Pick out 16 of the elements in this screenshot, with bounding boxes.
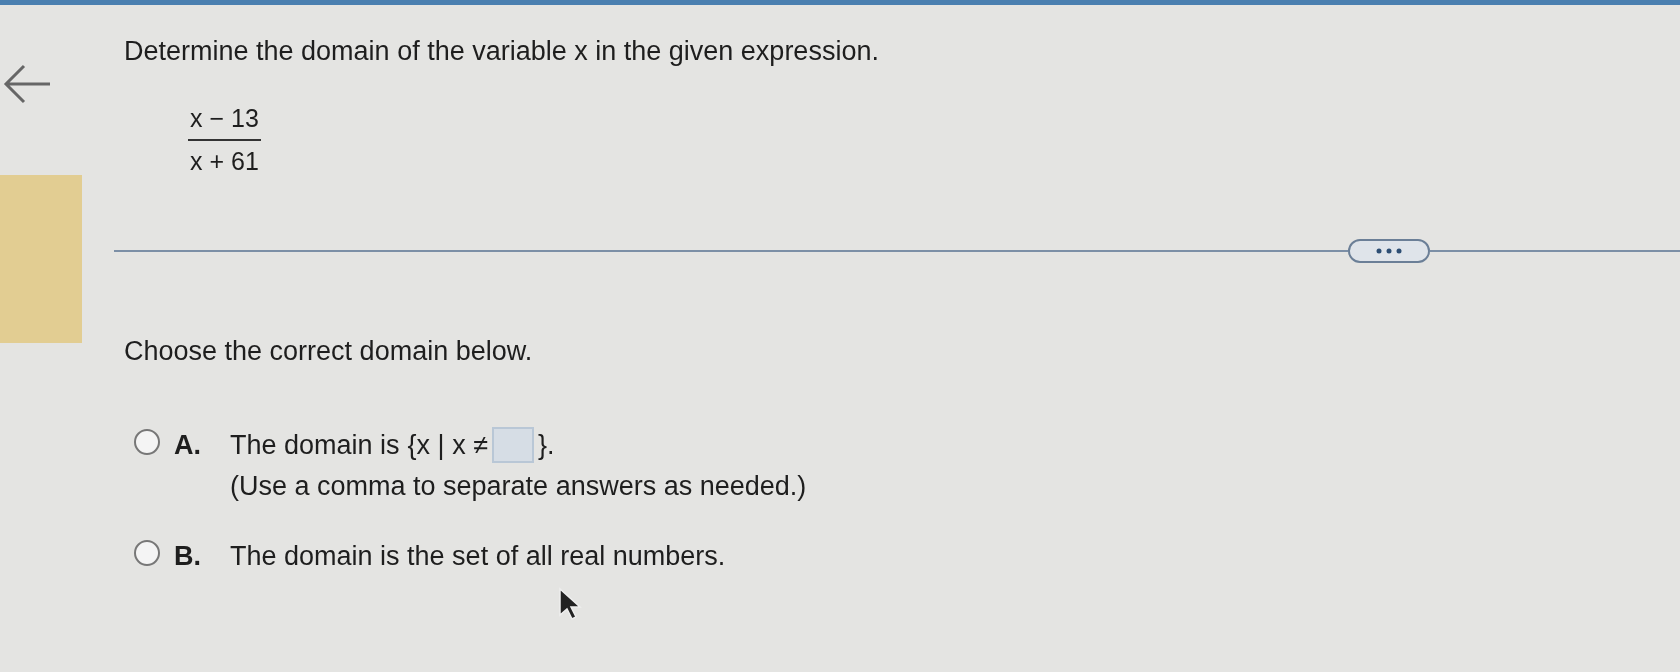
more-button[interactable] <box>1348 238 1430 263</box>
radio-button[interactable] <box>134 429 160 455</box>
denominator: x + 61 <box>190 146 259 177</box>
radio-button[interactable] <box>134 540 160 566</box>
set-open-text: {x | x ≠ <box>407 429 488 462</box>
hint-text: (Use a comma to separate answers as needed.) <box>230 469 807 503</box>
option-text: The domain is <box>230 429 400 462</box>
numerator: x − 13 <box>188 99 261 141</box>
option-letter: B. <box>174 540 202 573</box>
dots-icon <box>1376 247 1402 254</box>
instruction-text: Choose the correct domain below. <box>124 334 534 368</box>
set-close-text: }. <box>537 429 555 462</box>
option-letter: A. <box>174 429 202 462</box>
option-text: The domain is the set of all real numbers. <box>230 541 726 571</box>
question-text: Determine the domain of the variable x in the given expression. <box>124 35 880 68</box>
mouse-pointer-icon <box>558 586 582 621</box>
